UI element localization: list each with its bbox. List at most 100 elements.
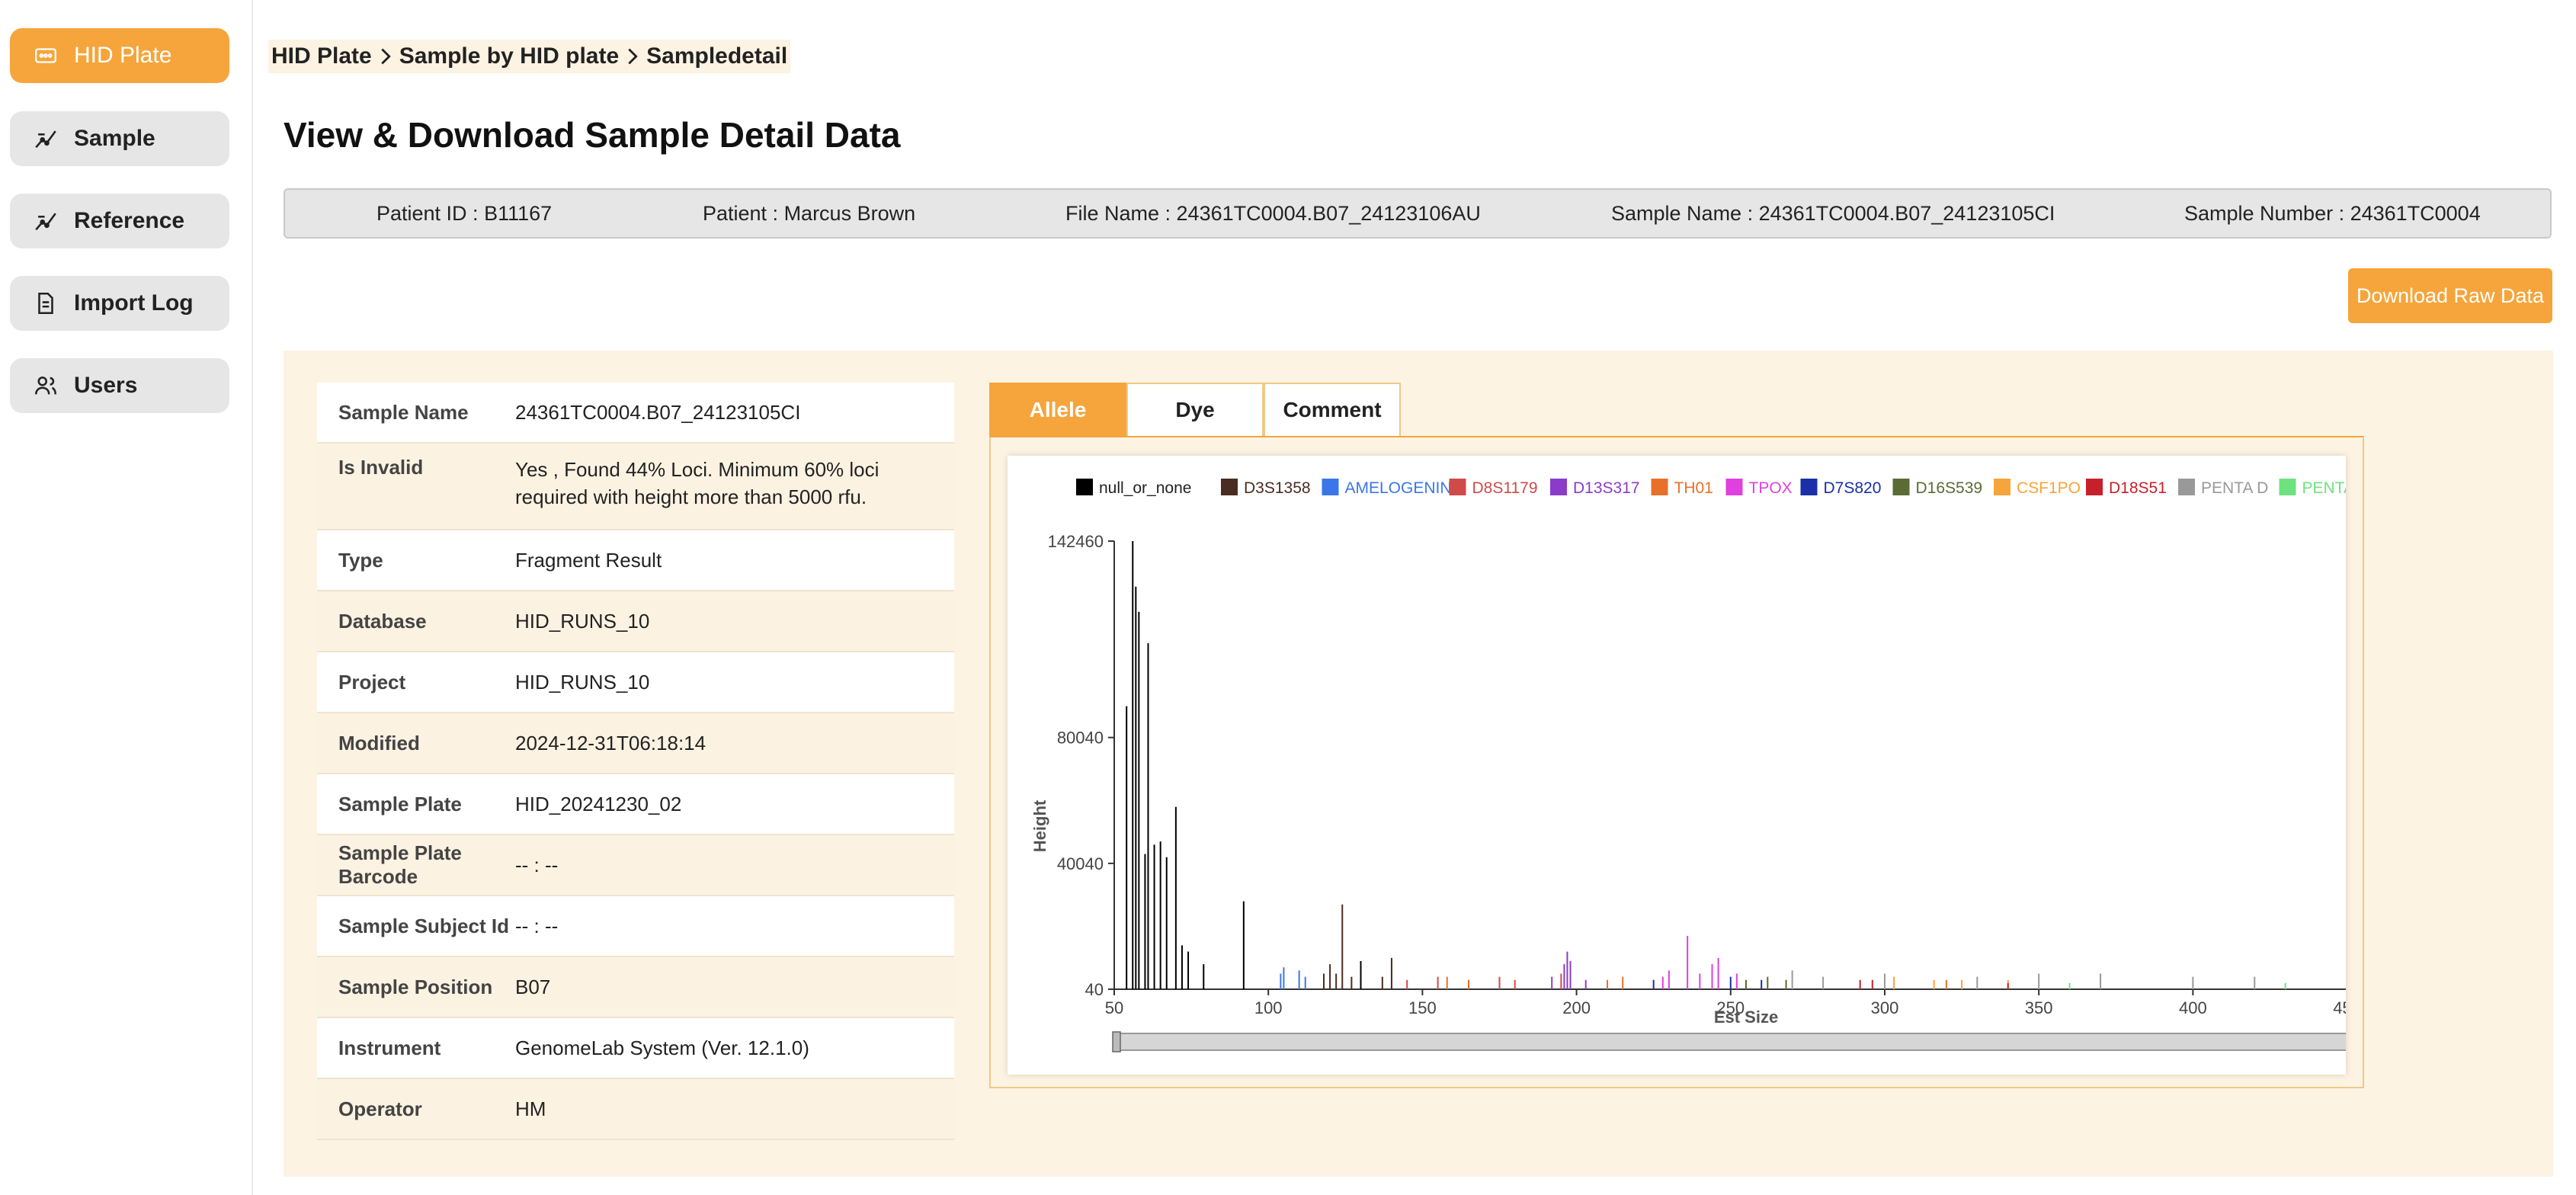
legend-swatch	[1221, 479, 1238, 495]
page-title: View & Download Sample Detail Data	[284, 115, 901, 155]
detail-value: 2024-12-31T06:18:14	[515, 732, 706, 754]
sidebar-item-hid-plate[interactable]: HID Plate	[10, 28, 229, 83]
detail-row: Modified 2024-12-31T06:18:14	[317, 713, 954, 774]
sample-detail-panel: Sample Name 24361TC0004.B07_24123105CI Is …	[284, 351, 2553, 1177]
detail-row: Is Invalid Yes , Found 44% Loci. Minimum …	[317, 444, 954, 530]
plate-icon	[33, 43, 59, 69]
zoom-handle-left[interactable]	[1112, 1031, 1121, 1052]
legend-label: PENTA D	[2201, 479, 2268, 497]
sidebar-item-label: Import Log	[74, 290, 194, 316]
detail-value: -- : --	[515, 854, 559, 876]
legend-swatch	[1892, 479, 1910, 495]
detail-key: Modified	[338, 731, 420, 754]
legend-swatch	[1076, 479, 1093, 495]
detail-row: Sample Name 24361TC0004.B07_24123105CI	[317, 383, 954, 444]
detail-key: Operator	[338, 1097, 422, 1120]
x-tick-label: 150	[1408, 998, 1437, 1017]
y-tick-label: 40	[1085, 980, 1104, 999]
sample-detail-table: Sample Name 24361TC0004.B07_24123105CI Is …	[317, 383, 954, 1140]
legend-swatch	[2086, 479, 2103, 495]
detail-value: Yes , Found 44% Loci. Minimum 60% loci r…	[515, 458, 879, 508]
x-tick-label: 300	[1871, 998, 1899, 1017]
patient-name: Patient : Marcus Brown	[703, 201, 916, 225]
legend-swatch	[1322, 479, 1339, 495]
detail-key: Instrument	[338, 1036, 441, 1059]
sample-number: Sample Number : 24361TC0004	[2184, 201, 2481, 225]
y-tick-label: 142460	[1048, 532, 1104, 551]
users-icon	[33, 373, 59, 399]
legend-swatch	[1651, 479, 1668, 495]
x-tick-label: 350	[2025, 998, 2053, 1017]
detail-row: Sample Subject Id -- : --	[317, 896, 954, 957]
sidebar-item-sample[interactable]: Sample	[10, 111, 229, 166]
detail-value: 24361TC0004.B07_24123105CI	[515, 401, 801, 424]
legend-swatch	[1550, 479, 1567, 495]
legend-swatch	[1994, 479, 2010, 495]
detail-value: B07	[515, 976, 551, 998]
detail-row: Project HID_RUNS_10	[317, 652, 954, 713]
reference-icon	[33, 208, 59, 234]
legend-label: D3S1358	[1244, 479, 1311, 497]
detail-key: Type	[338, 548, 383, 572]
y-tick-label: 80040	[1057, 729, 1104, 748]
breadcrumb-sample-by-hid-plate[interactable]: Sample by HID plate	[399, 43, 619, 69]
tab-comment[interactable]: Comment	[1264, 383, 1401, 437]
sidebar-item-import-log[interactable]: Import Log	[10, 276, 229, 331]
legend-swatch	[1449, 479, 1466, 495]
legend-label: TH01	[1674, 479, 1713, 497]
breadcrumb-hid-plate[interactable]: HID Plate	[271, 43, 372, 69]
x-tick-label: 200	[1562, 998, 1591, 1017]
allele-chart: 40 40040 80040 142460 50 100 150 200 250 300 350 40…	[1008, 456, 2346, 1075]
sample-name: Sample Name : 24361TC0004.B07_24123105CI	[1611, 201, 2055, 225]
y-axis-label: Height	[1030, 799, 1049, 852]
sidebar-item-users[interactable]: Users	[10, 358, 229, 413]
legend-label: D13S317	[1573, 479, 1640, 497]
detail-key: Sample Name	[338, 400, 469, 424]
legend-label: PENTA E	[2302, 479, 2347, 497]
detail-row: Sample Plate HID_20241230_02	[317, 774, 954, 835]
detail-key: Sample Plate	[338, 792, 462, 815]
detail-tabs: Allele Dye Comment	[989, 383, 1401, 437]
detail-key: Sample Subject Id	[338, 914, 509, 937]
detail-value: Fragment Result	[515, 549, 662, 572]
sidebar-item-label: Reference	[74, 208, 185, 233]
breadcrumb-sampledetail[interactable]: Sampledetail	[646, 43, 787, 69]
x-tick-label: 450	[2333, 998, 2346, 1017]
legend-label: D18S51	[2109, 479, 2167, 497]
detail-key: Project	[338, 670, 406, 694]
tab-dye[interactable]: Dye	[1126, 383, 1264, 437]
sidebar: HID Plate Sample Reference Import Log Us…	[0, 0, 253, 1195]
tab-allele[interactable]: Allele	[989, 383, 1126, 437]
x-axis-label: Est Size	[1714, 1008, 1778, 1027]
detail-value: GenomeLab System (Ver. 12.1.0)	[515, 1036, 809, 1059]
chevron-right-icon	[372, 48, 399, 65]
x-tick-label: 100	[1254, 998, 1283, 1017]
detail-key: Database	[338, 609, 427, 633]
detail-row: Database HID_RUNS_10	[317, 591, 954, 652]
detail-value: HID_RUNS_10	[515, 671, 650, 694]
sidebar-item-label: Users	[74, 373, 138, 398]
chevron-right-icon	[619, 48, 646, 65]
legend-label: AMELOGENIN	[1345, 479, 1452, 497]
breadcrumb: HID Plate Sample by HID plate Sampledeta…	[268, 40, 791, 73]
patient-id: Patient ID : B11167	[376, 201, 553, 225]
sidebar-item-label: Sample	[74, 126, 155, 151]
sample-info-bar: Patient ID : B11167 Patient : Marcus Bro…	[284, 188, 2552, 239]
legend-swatch	[2279, 479, 2296, 495]
detail-row: Operator HM	[317, 1079, 954, 1140]
detail-value: HID_20241230_02	[515, 793, 682, 815]
detail-key: Is Invalid	[338, 456, 424, 479]
detail-row: Sample Position B07	[317, 957, 954, 1018]
legend-label: CSF1PO	[2017, 479, 2081, 497]
file-name: File Name : 24361TC0004.B07_24123106AU	[1065, 201, 1481, 225]
download-raw-data-button[interactable]: Download Raw Data	[2348, 268, 2552, 323]
legend-swatch	[1800, 479, 1818, 495]
sample-icon	[33, 126, 59, 152]
detail-value: HM	[515, 1097, 546, 1120]
legend-swatch	[1725, 479, 1743, 495]
legend-label: null_or_none	[1099, 479, 1191, 497]
sidebar-item-label: HID Plate	[74, 43, 172, 68]
x-tick-label: 50	[1105, 998, 1123, 1017]
detail-row: Type Fragment Result	[317, 530, 954, 591]
sidebar-item-reference[interactable]: Reference	[10, 194, 229, 248]
